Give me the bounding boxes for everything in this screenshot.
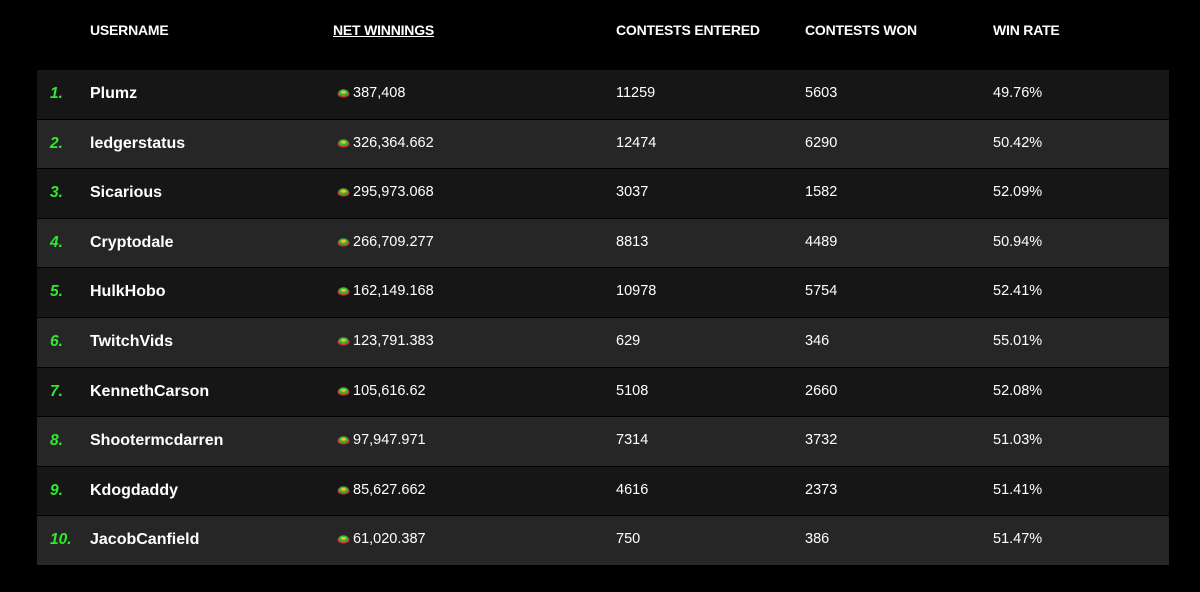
contests-won-cell: 5754	[805, 283, 838, 300]
contests-entered-cell: 3037	[616, 184, 649, 201]
rank-cell: 5.	[50, 283, 63, 301]
contests-won-cell: 386	[805, 531, 830, 548]
net-winnings-cell: 295,973.068	[337, 169, 434, 219]
username-cell[interactable]: Shootermcdarren	[90, 417, 223, 467]
contests-entered-cell: 11259	[616, 85, 656, 101]
net-winnings-cell: 326,364.662	[337, 120, 434, 170]
token-coin-icon	[337, 89, 350, 98]
contests-entered-cell: 750	[616, 531, 641, 548]
win-rate-cell: 51.41%	[993, 481, 1043, 498]
token-coin-icon	[337, 287, 350, 296]
rank-cell: 6.	[50, 332, 63, 350]
contests-entered-cell: 5108	[616, 382, 649, 399]
net-winnings-value: 123,791.383	[353, 332, 434, 349]
rank-cell: 4.	[50, 233, 63, 251]
net-winnings-value: 295,973.068	[353, 184, 434, 201]
token-coin-icon	[337, 138, 350, 148]
net-winnings-cell: 61,020.387	[337, 516, 426, 566]
net-winnings-cell: 123,791.383	[337, 318, 434, 368]
table-row: 4. Cryptodale 266,709.277 8813 4489 50.9…	[37, 218, 1169, 269]
win-rate-cell: 50.42%	[993, 134, 1043, 151]
leaderboard-rows: 1. Plumz 387,408 11259 5603 49.76% 2. le…	[37, 70, 1169, 566]
rank-cell: 9.	[50, 481, 63, 499]
table-row: 9. Kdogdaddy 85,627.662 4616 2373 51.41%	[37, 466, 1169, 517]
username-cell[interactable]: JacobCanfield	[90, 516, 199, 566]
contests-entered-cell: 7314	[616, 432, 649, 449]
column-header-contests-won[interactable]: CONTESTS WON	[805, 22, 917, 38]
net-winnings-cell: 105,616.62	[337, 368, 426, 418]
net-winnings-value: 97,947.971	[353, 432, 426, 449]
token-coin-icon	[337, 386, 350, 396]
username-cell[interactable]: TwitchVids	[90, 318, 173, 368]
token-coin-icon	[337, 485, 350, 495]
table-row: 5. HulkHobo 162,149.168 10978 5754 52.41…	[37, 268, 1169, 318]
contests-won-cell: 2373	[805, 481, 838, 498]
username-cell[interactable]: HulkHobo	[90, 268, 166, 318]
table-row: 2. ledgerstatus 326,364.662 12474 6290 5…	[37, 119, 1169, 170]
net-winnings-value: 326,364.662	[353, 134, 434, 151]
token-coin-icon	[337, 237, 350, 247]
column-header-net-winnings[interactable]: NET WINNINGS	[333, 22, 434, 38]
win-rate-cell: 52.08%	[993, 382, 1043, 399]
net-winnings-value: 61,020.387	[353, 531, 426, 548]
token-coin-icon	[337, 535, 350, 544]
contests-won-cell: 346	[805, 332, 830, 349]
table-row: 3. Sicarious 295,973.068 3037 1582 52.09…	[37, 169, 1169, 219]
win-rate-cell: 50.94%	[993, 233, 1043, 250]
column-header-win-rate[interactable]: WIN RATE	[993, 22, 1060, 38]
net-winnings-value: 266,709.277	[353, 233, 434, 250]
contests-entered-cell: 4616	[616, 481, 649, 498]
net-winnings-value: 105,616.62	[353, 382, 426, 399]
net-winnings-cell: 85,627.662	[337, 467, 426, 517]
contests-entered-cell: 12474	[616, 134, 657, 151]
net-winnings-value: 85,627.662	[353, 481, 426, 498]
rank-cell: 7.	[50, 382, 63, 400]
win-rate-cell: 52.09%	[993, 184, 1043, 201]
table-row: 6. TwitchVids 123,791.383 629 346 55.01%	[37, 317, 1169, 368]
net-winnings-cell: 97,947.971	[337, 417, 426, 467]
rank-cell: 2.	[50, 134, 63, 152]
username-cell[interactable]: Sicarious	[90, 169, 162, 219]
username-cell[interactable]: Cryptodale	[90, 219, 174, 269]
contests-won-cell: 6290	[805, 134, 838, 151]
rank-cell: 8.	[50, 432, 63, 450]
win-rate-cell: 49.76%	[993, 85, 1043, 101]
net-winnings-cell: 266,709.277	[337, 219, 434, 269]
rank-cell: 10.	[50, 531, 72, 549]
contests-entered-cell: 629	[616, 332, 641, 349]
leaderboard-header: USERNAME NET WINNINGS CONTESTS ENTERED C…	[37, 0, 1169, 70]
table-row: 10. JacobCanfield 61,020.387 750 386 51.…	[37, 516, 1169, 566]
leaderboard: USERNAME NET WINNINGS CONTESTS ENTERED C…	[0, 0, 1200, 592]
token-coin-icon	[337, 337, 350, 346]
table-row: 1. Plumz 387,408 11259 5603 49.76%	[37, 70, 1169, 120]
net-winnings-cell: 387,408	[337, 70, 405, 120]
rank-cell: 3.	[50, 184, 63, 202]
contests-won-cell: 3732	[805, 432, 838, 449]
username-cell[interactable]: KennethCarson	[90, 368, 209, 418]
contests-entered-cell: 10978	[616, 283, 657, 300]
token-coin-icon	[337, 436, 350, 445]
contests-won-cell: 2660	[805, 382, 838, 399]
username-cell[interactable]: Kdogdaddy	[90, 467, 178, 517]
win-rate-cell: 51.47%	[993, 531, 1043, 548]
contests-entered-cell: 8813	[616, 233, 649, 250]
rank-cell: 1.	[50, 85, 63, 102]
table-row: 7. KennethCarson 105,616.62 5108 2660 52…	[37, 367, 1169, 418]
win-rate-cell: 52.41%	[993, 283, 1043, 300]
contests-won-cell: 1582	[805, 184, 838, 201]
win-rate-cell: 51.03%	[993, 432, 1043, 449]
column-header-username[interactable]: USERNAME	[90, 22, 169, 38]
column-header-contests-entered[interactable]: CONTESTS ENTERED	[616, 22, 760, 38]
token-coin-icon	[337, 188, 350, 197]
win-rate-cell: 55.01%	[993, 332, 1043, 349]
contests-won-cell: 5603	[805, 85, 838, 101]
contests-won-cell: 4489	[805, 233, 838, 250]
username-cell[interactable]: Plumz	[90, 70, 137, 120]
username-cell[interactable]: ledgerstatus	[90, 120, 185, 170]
table-row: 8. Shootermcdarren 97,947.971 7314 3732 …	[37, 417, 1169, 467]
net-winnings-value: 162,149.168	[353, 283, 434, 300]
net-winnings-value: 387,408	[353, 85, 406, 101]
net-winnings-cell: 162,149.168	[337, 268, 434, 318]
